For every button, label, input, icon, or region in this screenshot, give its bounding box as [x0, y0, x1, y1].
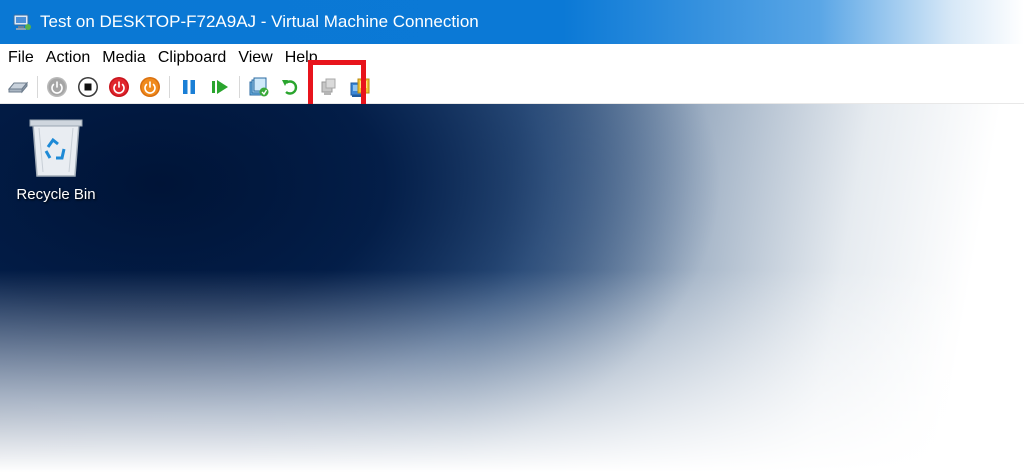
menu-media[interactable]: Media: [98, 47, 152, 69]
menu-bar: File Action Media Clipboard View Help: [0, 44, 1024, 71]
pause-button[interactable]: [177, 75, 201, 99]
toolbar-separator: [169, 76, 170, 98]
title-bar[interactable]: Test on DESKTOP-F72A9AJ - Virtual Machin…: [0, 0, 1024, 44]
vm-connection-icon: [12, 12, 32, 32]
recycle-bin-icon: [29, 119, 83, 177]
shut-down-icon: [109, 77, 129, 97]
revert-button[interactable]: [278, 75, 302, 99]
vm-desktop[interactable]: Recycle Bin: [0, 104, 1024, 472]
checkpoint-icon: [249, 77, 269, 97]
toolbar-separator: [37, 76, 38, 98]
vm-connection-window: Test on DESKTOP-F72A9AJ - Virtual Machin…: [0, 0, 1024, 472]
save-icon: [140, 77, 160, 97]
desktop-icon-label: Recycle Bin: [16, 186, 96, 203]
menu-view[interactable]: View: [234, 47, 278, 69]
toolbar-separator: [239, 76, 240, 98]
turn-off-icon: [78, 77, 98, 97]
shut-down-button[interactable]: [107, 75, 131, 99]
zoom-session-button[interactable]: [348, 75, 372, 99]
pause-icon: [183, 80, 195, 94]
menu-help[interactable]: Help: [281, 47, 324, 69]
resume-icon: [212, 80, 228, 94]
start-button[interactable]: [45, 75, 69, 99]
start-icon: [47, 77, 67, 97]
ctrl-alt-del-button[interactable]: [6, 75, 30, 99]
menu-file[interactable]: File: [4, 47, 40, 69]
checkpoint-button[interactable]: [247, 75, 271, 99]
desktop-icon-recycle-bin[interactable]: Recycle Bin: [8, 114, 104, 203]
ctrl-alt-del-icon: [7, 81, 29, 94]
revert-icon: [282, 80, 298, 95]
save-button[interactable]: [138, 75, 162, 99]
zoom-session-icon: [350, 78, 370, 97]
resume-button[interactable]: [208, 75, 232, 99]
menu-clipboard[interactable]: Clipboard: [154, 47, 232, 69]
turn-off-button[interactable]: [76, 75, 100, 99]
enhanced-session-icon: [321, 78, 336, 95]
toolbar-separator: [309, 76, 310, 98]
desktop-fade-overlay: [0, 104, 1024, 472]
window-title: Test on DESKTOP-F72A9AJ - Virtual Machin…: [40, 12, 479, 31]
toolbar: [0, 71, 1024, 104]
enhanced-session-button[interactable]: [317, 75, 341, 99]
menu-action[interactable]: Action: [42, 47, 96, 69]
